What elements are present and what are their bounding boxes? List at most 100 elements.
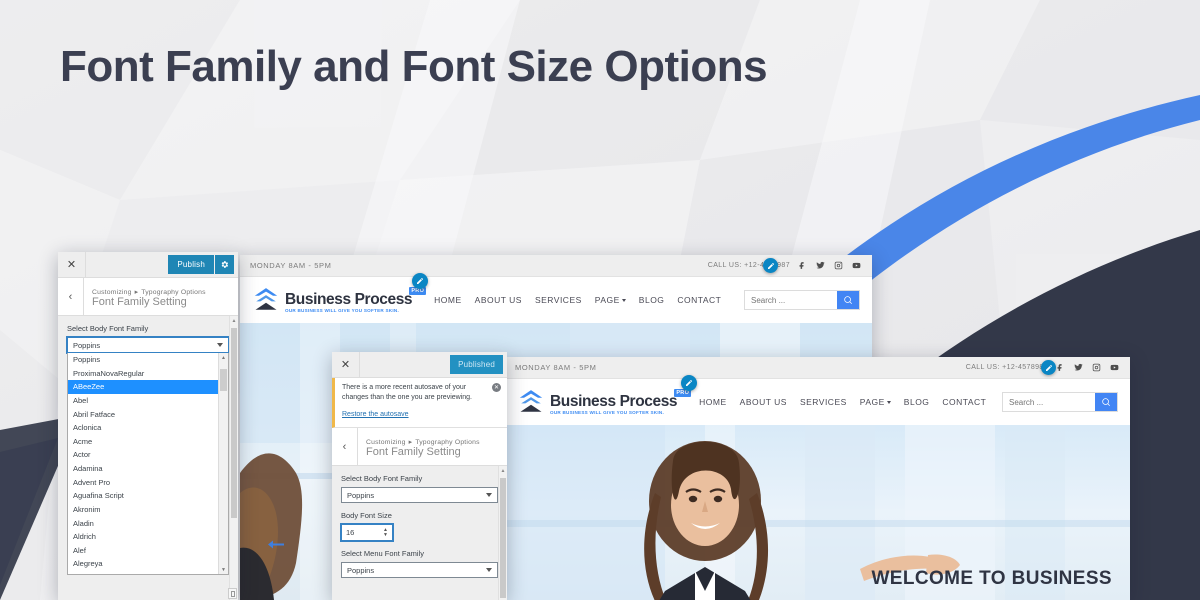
hero-welcome-text: WELCOME TO BUSINESS: [871, 568, 1112, 589]
font-option[interactable]: ABeeZee: [68, 380, 218, 394]
logo-tagline: OUR BUSINESS WILL GIVE YOU SOFTER SKIN.: [285, 308, 399, 313]
scroll-up-icon[interactable]: ▲: [230, 316, 238, 325]
customizer-scrollbar-front[interactable]: ▲: [498, 466, 507, 600]
customizer-section-header-back: ‹ Customizing ▸ Typography Options Font Fa…: [58, 278, 238, 316]
site-logo-back[interactable]: Business Process PRO OUR BUSINESS WILL G…: [252, 286, 427, 314]
close-icon[interactable]: ✕: [332, 352, 360, 377]
restore-autosave-link[interactable]: Restore the autosave: [342, 411, 409, 418]
nav-menu-back: HOME ABOUT US SERVICES PAGE BLOG CONTACT: [434, 295, 721, 305]
search-icon: [844, 296, 853, 305]
font-option[interactable]: ProximaNovaRegular: [68, 367, 218, 381]
nav-label: SERVICES: [799, 397, 847, 407]
edit-pencil-icon-logo-front[interactable]: [681, 375, 697, 391]
twitter-icon[interactable]: [1073, 362, 1084, 373]
font-option[interactable]: Acme: [68, 435, 218, 449]
customizer-header-back: ✕ Publish: [58, 252, 238, 278]
scroll-thumb[interactable]: [500, 478, 506, 599]
close-icon[interactable]: ✕: [58, 252, 86, 277]
chevron-logo-icon: [252, 286, 280, 314]
site-navbar-back: Business Process PRO OUR BUSINESS WILL G…: [240, 273, 872, 323]
body-font-family-select[interactable]: Poppins: [67, 337, 229, 353]
body-font-family-label: Select Body Font Family: [341, 474, 423, 484]
nav-item-contact[interactable]: CONTACT: [677, 295, 721, 305]
font-option[interactable]: Aldrich: [68, 530, 218, 544]
nav-item-services[interactable]: SERVICES: [800, 397, 847, 407]
nav-item-page[interactable]: PAGE: [860, 397, 891, 407]
search-input[interactable]: [1003, 393, 1095, 411]
body-font-family-select[interactable]: Poppins: [341, 487, 498, 504]
stepper-arrows-icon[interactable]: ▲ ▼: [383, 528, 388, 538]
dropdown-scrollbar[interactable]: ▲ ▼: [218, 353, 228, 574]
font-option[interactable]: Poppins: [68, 353, 218, 367]
edit-pencil-icon-topbar-front[interactable]: [1041, 360, 1056, 375]
font-family-dropdown-list[interactable]: Poppins ProximaNovaRegular ABeeZee Abel Abri…: [67, 353, 229, 575]
menu-font-family-select[interactable]: Poppins: [341, 562, 498, 579]
chevron-left-icon[interactable]: ‹: [58, 278, 84, 315]
search-button[interactable]: [837, 291, 859, 309]
chevron-down-icon: [486, 493, 492, 498]
dismiss-icon[interactable]: ✕: [492, 383, 501, 392]
scroll-up-icon[interactable]: ▲: [499, 466, 507, 475]
search-input[interactable]: [745, 291, 837, 309]
nav-item-home[interactable]: HOME: [699, 397, 727, 407]
font-option[interactable]: Alef: [68, 544, 218, 558]
youtube-icon[interactable]: [851, 260, 862, 271]
twitter-icon[interactable]: [815, 260, 826, 271]
font-option[interactable]: Actor: [68, 448, 218, 462]
call-us-text: CALL US: +12-4578987: [965, 364, 1048, 371]
instagram-icon[interactable]: [1091, 362, 1102, 373]
published-button[interactable]: Published: [450, 355, 503, 374]
facebook-icon[interactable]: [1055, 362, 1066, 373]
scroll-down-icon[interactable]: ▼: [219, 565, 228, 574]
edit-pencil-icon-logo-back[interactable]: [412, 273, 428, 289]
breadcrumb-section: Typography Options: [141, 288, 206, 296]
publish-button[interactable]: Publish: [168, 255, 214, 274]
wp-customizer-panel-back: ✕ Publish ‹ Customizing ▸ Typography Optio…: [58, 252, 238, 600]
nav-item-blog[interactable]: BLOG: [904, 397, 930, 407]
edit-pencil-icon-topbar-back[interactable]: [763, 258, 778, 273]
font-option[interactable]: Aladin: [68, 517, 218, 531]
resize-handle[interactable]: [228, 588, 237, 599]
nav-item-blog[interactable]: BLOG: [639, 295, 665, 305]
font-option[interactable]: Advent Pro: [68, 476, 218, 490]
font-option[interactable]: Aclonica: [68, 421, 218, 435]
breadcrumb-section: Typography Options: [415, 438, 480, 446]
scroll-thumb[interactable]: [220, 369, 227, 391]
font-option[interactable]: Abel: [68, 394, 218, 408]
logo-tagline: OUR BUSINESS WILL GIVE YOU SOFTER SKIN.: [550, 410, 664, 415]
screenshot-root: Font Family and Font Size Options MONDAY…: [0, 0, 1200, 600]
site-search-back: [744, 290, 860, 310]
nav-label: BLOG: [903, 397, 930, 407]
nav-label: PAGE: [594, 295, 620, 305]
nav-item-about-us[interactable]: ABOUT US: [740, 397, 787, 407]
body-font-size-stepper[interactable]: 16 ▲ ▼: [341, 524, 393, 542]
scroll-thumb[interactable]: [231, 328, 237, 518]
site-logo-front[interactable]: Business Process PRO OUR BUSINESS WILL G…: [517, 388, 692, 416]
hero-prev-arrow-icon-back[interactable]: [268, 536, 284, 554]
nav-item-contact[interactable]: CONTACT: [942, 397, 986, 407]
panel-heading: Font Family Setting: [92, 295, 187, 308]
nav-item-services[interactable]: SERVICES: [535, 295, 582, 305]
nav-item-page[interactable]: PAGE: [595, 295, 626, 305]
font-option[interactable]: Adamina: [68, 462, 218, 476]
font-option[interactable]: Alegreya: [68, 557, 218, 571]
instagram-icon[interactable]: [833, 260, 844, 271]
font-option[interactable]: Akronim: [68, 503, 218, 517]
font-option[interactable]: Abril Fatface: [68, 408, 218, 422]
facebook-icon[interactable]: [797, 260, 808, 271]
nav-item-about-us[interactable]: ABOUT US: [475, 295, 522, 305]
font-option[interactable]: Alegreya SC: [68, 571, 218, 574]
gear-icon[interactable]: [215, 255, 234, 274]
chevron-left-icon[interactable]: ‹: [332, 428, 358, 466]
nav-item-home[interactable]: HOME: [434, 295, 462, 305]
search-button[interactable]: [1095, 393, 1117, 411]
autosave-notice-text: There is a more recent autosave of your …: [342, 384, 472, 402]
font-option[interactable]: Aguafina Script: [68, 489, 218, 503]
scroll-up-icon[interactable]: ▲: [219, 353, 228, 362]
business-hours: MONDAY 8AM - 5PM: [515, 363, 597, 372]
chevron-down-icon: [621, 298, 626, 302]
menu-font-family-value: Poppins: [347, 565, 375, 575]
customizer-scrollbar-back[interactable]: ▲ ▼: [229, 316, 238, 600]
youtube-icon[interactable]: [1109, 362, 1120, 373]
customizer-body-back: Select Body Font Family Poppins Poppins P…: [58, 316, 238, 600]
